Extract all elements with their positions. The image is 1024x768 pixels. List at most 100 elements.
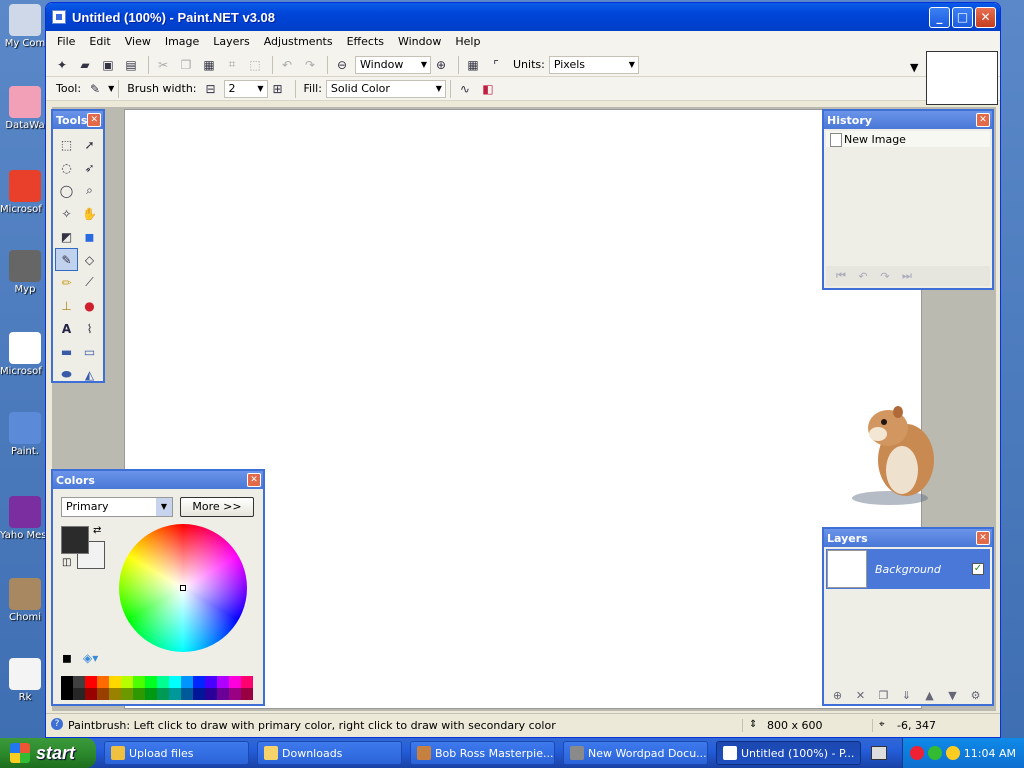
layers-panel-title[interactable]: Layers ✕ xyxy=(824,529,992,547)
palette-swatch[interactable] xyxy=(109,676,121,688)
menu-file[interactable]: File xyxy=(50,31,82,53)
palette-swatch[interactable] xyxy=(157,676,169,688)
palette-swatch[interactable] xyxy=(97,688,109,700)
duplicate-layer-icon[interactable]: ❐ xyxy=(872,689,895,702)
palette-swatch[interactable] xyxy=(169,676,181,688)
palette-swatch[interactable] xyxy=(73,688,85,700)
recolor-icon[interactable]: ● xyxy=(78,294,101,317)
pan-hand-icon[interactable]: ✋ xyxy=(78,202,101,225)
text-icon[interactable]: A xyxy=(55,317,78,340)
close-button[interactable]: ✕ xyxy=(975,6,996,28)
menu-edit[interactable]: Edit xyxy=(82,31,117,53)
palette-swatch[interactable] xyxy=(241,676,253,688)
gradient-icon[interactable]: ◼ xyxy=(78,225,101,248)
maximize-button[interactable]: □ xyxy=(952,6,973,28)
menu-effects[interactable]: Effects xyxy=(340,31,391,53)
palette-swatch[interactable] xyxy=(121,676,133,688)
menu-help[interactable]: Help xyxy=(448,31,487,53)
palette-swatch[interactable] xyxy=(241,688,253,700)
save-icon[interactable]: ▣ xyxy=(98,55,118,75)
desktop-icon-ms-basic[interactable]: Microsof Basic xyxy=(0,332,50,377)
palette-menu-icon[interactable]: ◈▾ xyxy=(83,651,98,665)
palette-swatch[interactable] xyxy=(229,676,241,688)
zoom-icon[interactable]: ⌕ xyxy=(78,179,101,202)
new-file-icon[interactable]: ✦ xyxy=(52,55,72,75)
minimize-button[interactable]: _ xyxy=(929,6,950,28)
rewind-icon[interactable]: ⏮ xyxy=(830,269,852,283)
taskbar-item-bob-ross[interactable]: Bob Ross Masterpie... xyxy=(410,741,555,765)
ellipse-icon[interactable]: ⬬ xyxy=(55,363,78,386)
keyboard-icon[interactable] xyxy=(871,746,887,760)
redo-icon[interactable]: ↷ xyxy=(300,55,320,75)
palette-swatch[interactable] xyxy=(217,676,229,688)
clock[interactable]: 11:04 AM xyxy=(964,747,1016,760)
palette-swatch[interactable] xyxy=(85,676,97,688)
tools-panel-title[interactable]: Tools ✕ xyxy=(53,111,103,129)
color-picker-icon[interactable]: ⟋ xyxy=(78,271,101,294)
taskbar-item-downloads[interactable]: Downloads xyxy=(257,741,402,765)
menu-window[interactable]: Window xyxy=(391,31,448,53)
pencil-icon[interactable]: ✏ xyxy=(55,271,78,294)
crop-icon[interactable]: ⌗ xyxy=(222,55,242,75)
palette-toggle-icon[interactable]: ◼ xyxy=(62,651,72,665)
grid-icon[interactable]: ▦ xyxy=(463,55,483,75)
tray-icon-3[interactable] xyxy=(945,746,960,760)
move-selected-icon[interactable]: ➶ xyxy=(78,156,101,179)
menu-adjustments[interactable]: Adjustments xyxy=(257,31,340,53)
hamster-desktop-pet[interactable] xyxy=(848,398,940,510)
desktop-icon-myp[interactable]: Myp xyxy=(0,250,50,295)
menu-view[interactable]: View xyxy=(118,31,158,53)
palette-swatch[interactable] xyxy=(121,688,133,700)
desktop-icon-msvc[interactable]: Microsof C++ xyxy=(0,170,50,215)
palette-swatch[interactable] xyxy=(217,688,229,700)
zoom-select[interactable]: Window ▼ xyxy=(355,55,431,74)
colors-panel-title[interactable]: Colors ✕ xyxy=(53,471,263,489)
start-button[interactable]: start xyxy=(0,738,96,768)
palette-swatch[interactable] xyxy=(145,676,157,688)
print-icon[interactable]: ▤ xyxy=(121,55,141,75)
swap-colors-icon[interactable]: ⇄ xyxy=(93,525,101,536)
palette-swatch[interactable] xyxy=(181,676,193,688)
blend-mode-icon[interactable]: ◧ xyxy=(478,79,498,99)
taskbar-item-paintnet[interactable]: Untitled (100%) - P... xyxy=(716,741,861,765)
line-curve-icon[interactable]: ⌇ xyxy=(78,317,101,340)
reset-colors-icon[interactable]: ◫ xyxy=(62,557,71,568)
layer-properties-icon[interactable]: ⚙ xyxy=(964,689,987,702)
rectangle-icon[interactable]: ▬ xyxy=(55,340,78,363)
cut-icon[interactable]: ✂ xyxy=(153,55,173,75)
move-layer-down-icon[interactable]: ▼ xyxy=(941,689,964,702)
units-select[interactable]: Pixels ▼ xyxy=(548,55,639,74)
eraser-icon[interactable]: ◇ xyxy=(78,248,101,271)
merge-layer-icon[interactable]: ⇓ xyxy=(895,689,918,702)
layer-row[interactable]: Background ✓ xyxy=(826,549,990,589)
desktop-icon-rk[interactable]: Rk xyxy=(0,658,50,703)
menu-layers[interactable]: Layers xyxy=(206,31,256,53)
palette-swatch[interactable] xyxy=(145,688,157,700)
palette-swatch[interactable] xyxy=(133,676,145,688)
color-mode-select[interactable]: Primary ▼ xyxy=(61,497,173,517)
palette-swatch[interactable] xyxy=(61,688,73,700)
zoom-out-icon[interactable]: ⊖ xyxy=(332,55,352,75)
palette-swatch[interactable] xyxy=(97,676,109,688)
move-selection-icon[interactable]: ➚ xyxy=(78,133,101,156)
palette-swatch[interactable] xyxy=(205,676,217,688)
color-wheel[interactable] xyxy=(119,524,247,652)
brush-width-select[interactable]: 2 ▼ xyxy=(223,79,268,98)
chevron-down-icon[interactable]: ▼ xyxy=(910,61,918,74)
close-icon[interactable]: ✕ xyxy=(247,473,261,487)
open-folder-icon[interactable]: ▰ xyxy=(75,55,95,75)
close-icon[interactable]: ✕ xyxy=(976,531,990,545)
clone-stamp-icon[interactable]: ⊥ xyxy=(55,294,78,317)
redo-icon[interactable]: ↷ xyxy=(874,270,896,283)
title-bar[interactable]: Untitled (100%) - Paint.NET v3.08 _ □ ✕ xyxy=(46,3,1000,31)
desktop-icon-yahoo[interactable]: Yaho Messe xyxy=(0,496,50,541)
close-icon[interactable]: ✕ xyxy=(87,113,101,127)
delete-layer-icon[interactable]: ✕ xyxy=(849,689,872,702)
history-panel-title[interactable]: History ✕ xyxy=(824,111,992,129)
chevron-down-icon[interactable]: ▼ xyxy=(108,84,114,93)
close-icon[interactable]: ✕ xyxy=(976,113,990,127)
deselect-icon[interactable]: ⬚ xyxy=(245,55,265,75)
palette-swatch[interactable] xyxy=(181,688,193,700)
copy-icon[interactable]: ❐ xyxy=(176,55,196,75)
tray-icon-2[interactable] xyxy=(927,746,942,760)
